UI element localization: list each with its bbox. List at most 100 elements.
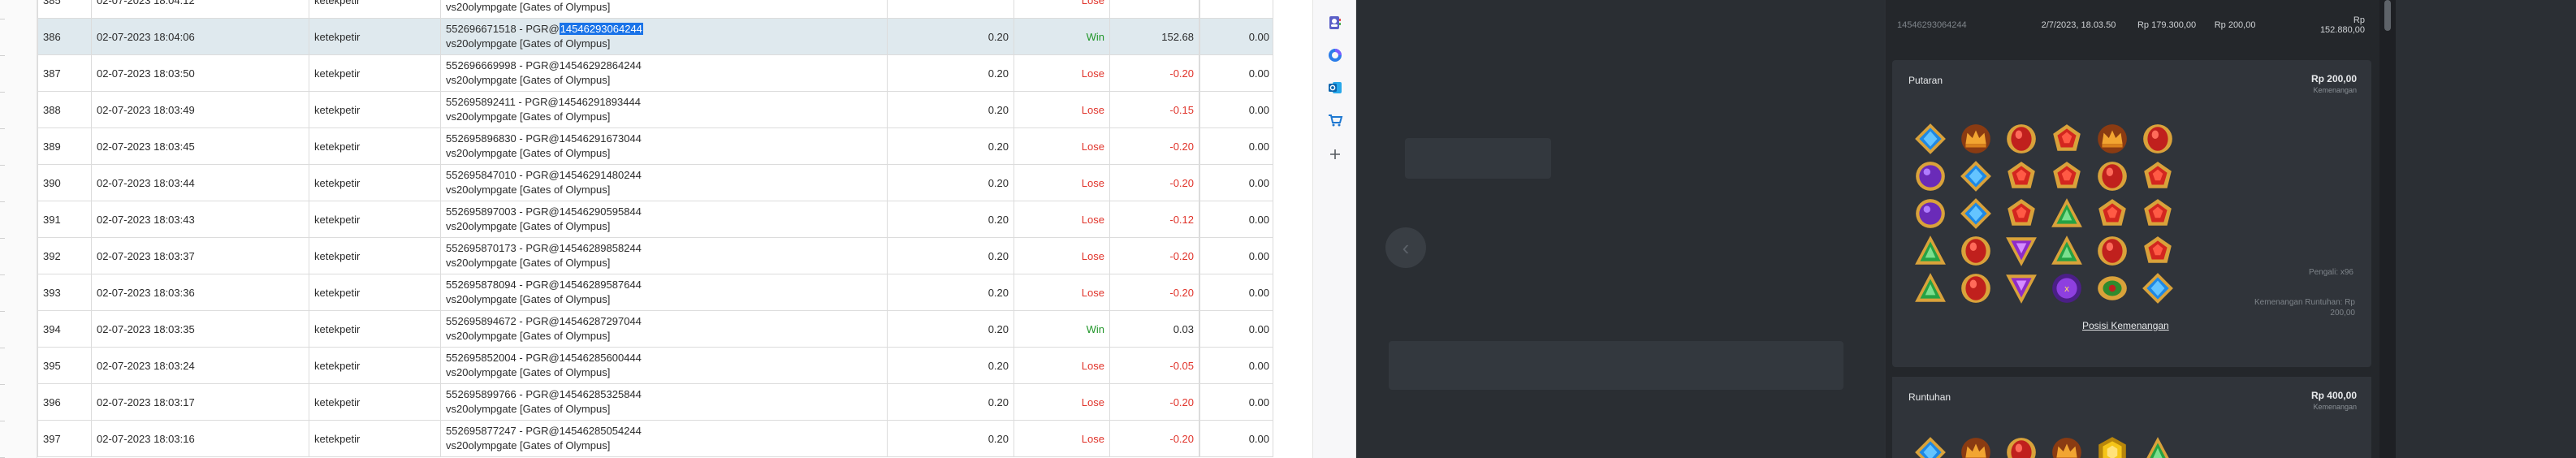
table-row[interactable]: 387 02-07-2023 18:03:50 ketekpetir 55269666… <box>38 55 1273 92</box>
tx-line: 552695896830 - PGR@14546291673044 <box>446 132 642 146</box>
cell-bet: 0.20 <box>888 55 1014 91</box>
table-body: 386 02-07-2023 18:04:06 ketekpetir 55269667… <box>38 19 1273 457</box>
table-row[interactable]: 391 02-07-2023 18:03:43 ketekpetir 55269589… <box>38 201 1273 238</box>
cell-transaction[interactable]: 552695878094 - PGR@14546289587644 vs20oly… <box>441 274 888 310</box>
modal-scrollbar[interactable] <box>2379 0 2396 458</box>
green-triangle-icon <box>2048 195 2085 232</box>
cell-date: 02-07-2023 18:03:36 <box>92 274 309 310</box>
cell-result: Lose <box>1014 421 1110 456</box>
tx-game: vs20olympgate [Gates of Olympus] <box>446 110 611 123</box>
tx-game: vs20olympgate [Gates of Olympus] <box>446 147 611 159</box>
tumble-win-note: Kemenangan Runtuhan: Rp 200,00 <box>2254 298 2355 318</box>
red-ruby-icon <box>1957 232 1995 270</box>
red-heart-icon <box>2003 195 2040 232</box>
cell-date: 02-07-2023 18:03:24 <box>92 348 309 383</box>
round-summary-row: 14546293064244 2/7/2023, 18.03.50 Rp 179… <box>1892 15 2371 36</box>
cell-no: 395 <box>38 348 92 383</box>
table-row[interactable]: 388 02-07-2023 18:03:49 ketekpetir 55269589… <box>38 92 1273 128</box>
cell-transaction[interactable]: 552695892411 - PGR@14546291893444 vs20oly… <box>441 92 888 127</box>
cell-date: 02-07-2023 18:03:43 <box>92 201 309 237</box>
table-row[interactable]: 394 02-07-2023 18:03:35 ketekpetir 55269589… <box>38 311 1273 348</box>
cell-bet: 0.20 <box>888 421 1014 456</box>
cell-transaction[interactable]: 552695852004 - PGR@14546285600444 vs20oly… <box>441 348 888 383</box>
tx-game: vs20olympgate [Gates of Olympus] <box>446 366 611 378</box>
red-heart-icon <box>2048 158 2085 195</box>
cell-user: ketekpetir <box>309 0 441 18</box>
cell-balance: 0.00 <box>1199 311 1274 347</box>
cell-transaction[interactable]: 552696671518 - PGR@14546293064244 vs20oly… <box>441 19 888 54</box>
tx-line: 552695897003 - PGR@14546290595844 <box>446 205 642 219</box>
tumble-amount: Rp 400,00 <box>2310 390 2357 401</box>
svg-text:x: x <box>2064 284 2069 294</box>
cell-transaction[interactable]: 552695847010 - PGR@14546291480244 vs20oly… <box>441 165 888 201</box>
gutter-mark <box>0 55 5 56</box>
table-row[interactable]: 386 02-07-2023 18:04:06 ketekpetir 55269667… <box>38 19 1273 55</box>
tx-id: 552696669998 - PGR@14546292864244 <box>446 59 642 71</box>
cell-user: ketekpetir <box>309 311 441 347</box>
cell-balance: 0.00 <box>1199 92 1274 127</box>
cell-no: 391 <box>38 201 92 237</box>
table-row-partial[interactable]: 385 02-07-2023 18:04:12 ketekpetir vs20o… <box>38 0 1273 19</box>
tx-round-id-selected[interactable]: 14546293064244 <box>559 23 643 35</box>
backdrop-ghost <box>1405 138 1551 179</box>
table-row[interactable]: 392 02-07-2023 18:03:37 ketekpetir 55269587… <box>38 238 1273 274</box>
gutter-mark <box>0 128 5 129</box>
tx-id: 552695870173 - PGR@14546289858244 <box>446 242 642 254</box>
browser-sidebar <box>1312 0 1356 458</box>
tx-game: vs20olympgate [Gates of Olympus] <box>446 403 611 415</box>
cell-no: 393 <box>38 274 92 310</box>
cell-transaction[interactable]: 552695897003 - PGR@14546290595844 vs20oly… <box>441 201 888 237</box>
row-gutter <box>0 0 37 458</box>
cell-balance: 0.00 <box>1199 238 1274 274</box>
cell-win: -0.20 <box>1110 384 1199 420</box>
cell-transaction[interactable]: 552695894672 - PGR@14546287297044 vs20oly… <box>441 311 888 347</box>
game-history-overlay: ‹ 14546293064244 2/7/2023, 18.03.50 Rp 1… <box>1356 0 2576 458</box>
cell-transaction[interactable]: 552695877247 - PGR@14546285054244 vs20oly… <box>441 421 888 456</box>
cell-balance: 0.00 <box>1199 421 1274 456</box>
cell-result: Lose <box>1014 55 1110 91</box>
win-position-link[interactable]: Posisi Kemenangan <box>2082 320 2169 331</box>
cell-result: Lose <box>1014 238 1110 274</box>
purple-orb-icon: x <box>2048 270 2085 307</box>
round-balance: Rp 179.300,00 <box>2137 20 2197 30</box>
contacts-icon[interactable] <box>1327 15 1343 31</box>
cell-date: 02-07-2023 18:04:06 <box>92 19 309 54</box>
table-row[interactable]: 393 02-07-2023 18:03:36 ketekpetir 55269587… <box>38 274 1273 311</box>
scrollbar-thumb[interactable] <box>2384 0 2391 31</box>
red-heart-icon <box>2139 195 2176 232</box>
backdrop-ghost <box>1389 341 1843 390</box>
tx-line: 552695847010 - PGR@14546291480244 <box>446 168 642 183</box>
table-row[interactable]: 395 02-07-2023 18:03:24 ketekpetir 55269585… <box>38 348 1273 384</box>
table-row[interactable]: 396 02-07-2023 18:03:17 ketekpetir 55269589… <box>38 384 1273 421</box>
tx-game: vs20olympgate [Gates of Olympus] <box>446 1 611 13</box>
history-table: 385 02-07-2023 18:04:12 ketekpetir vs20o… <box>37 0 1273 457</box>
copilot-icon[interactable] <box>1327 47 1343 63</box>
blue-diamond-icon <box>2139 270 2176 307</box>
green-scarab-icon <box>2094 270 2131 307</box>
table-row[interactable]: 390 02-07-2023 18:03:44 ketekpetir 55269584… <box>38 165 1273 201</box>
spin-card: Putaran Rp 200,00 Kemenangan x Pengali: … <box>1892 60 2371 367</box>
add-icon[interactable] <box>1327 146 1343 162</box>
cell-transaction[interactable]: 552695870173 - PGR@14546289858244 vs20oly… <box>441 238 888 274</box>
tx-game: vs20olympgate [Gates of Olympus] <box>446 293 611 305</box>
tx-id: 552695894672 - PGR@14546287297044 <box>446 315 642 327</box>
round-bet: Rp 200,00 <box>2214 20 2256 30</box>
table-row[interactable]: 389 02-07-2023 18:03:45 ketekpetir 55269589… <box>38 128 1273 165</box>
tx-line: 552695899766 - PGR@14546285325844 <box>446 387 642 402</box>
cell-transaction[interactable]: 552695896830 - PGR@14546291673044 vs20oly… <box>441 128 888 164</box>
green-triangle-icon <box>1912 232 1949 270</box>
shopping-icon[interactable] <box>1327 112 1343 128</box>
tx-line: 552695870173 - PGR@14546289858244 <box>446 241 642 256</box>
previous-arrow-button[interactable]: ‹ <box>1385 227 1426 268</box>
cell-transaction[interactable]: 552695899766 - PGR@14546285325844 vs20oly… <box>441 384 888 420</box>
spin-title: Putaran <box>1908 75 1943 86</box>
cell-result: Lose <box>1014 128 1110 164</box>
cell-bet: 0.20 <box>888 238 1014 274</box>
cell-result: Win <box>1014 19 1110 54</box>
table-row[interactable]: 397 02-07-2023 18:03:16 ketekpetir 55269587… <box>38 421 1273 457</box>
cell-transaction[interactable]: 552696669998 - PGR@14546292864244 vs20oly… <box>441 55 888 91</box>
cell-no: 390 <box>38 165 92 201</box>
cell-no: 385 <box>38 0 92 18</box>
tx-game: vs20olympgate [Gates of Olympus] <box>446 74 611 86</box>
outlook-icon[interactable] <box>1327 80 1343 96</box>
